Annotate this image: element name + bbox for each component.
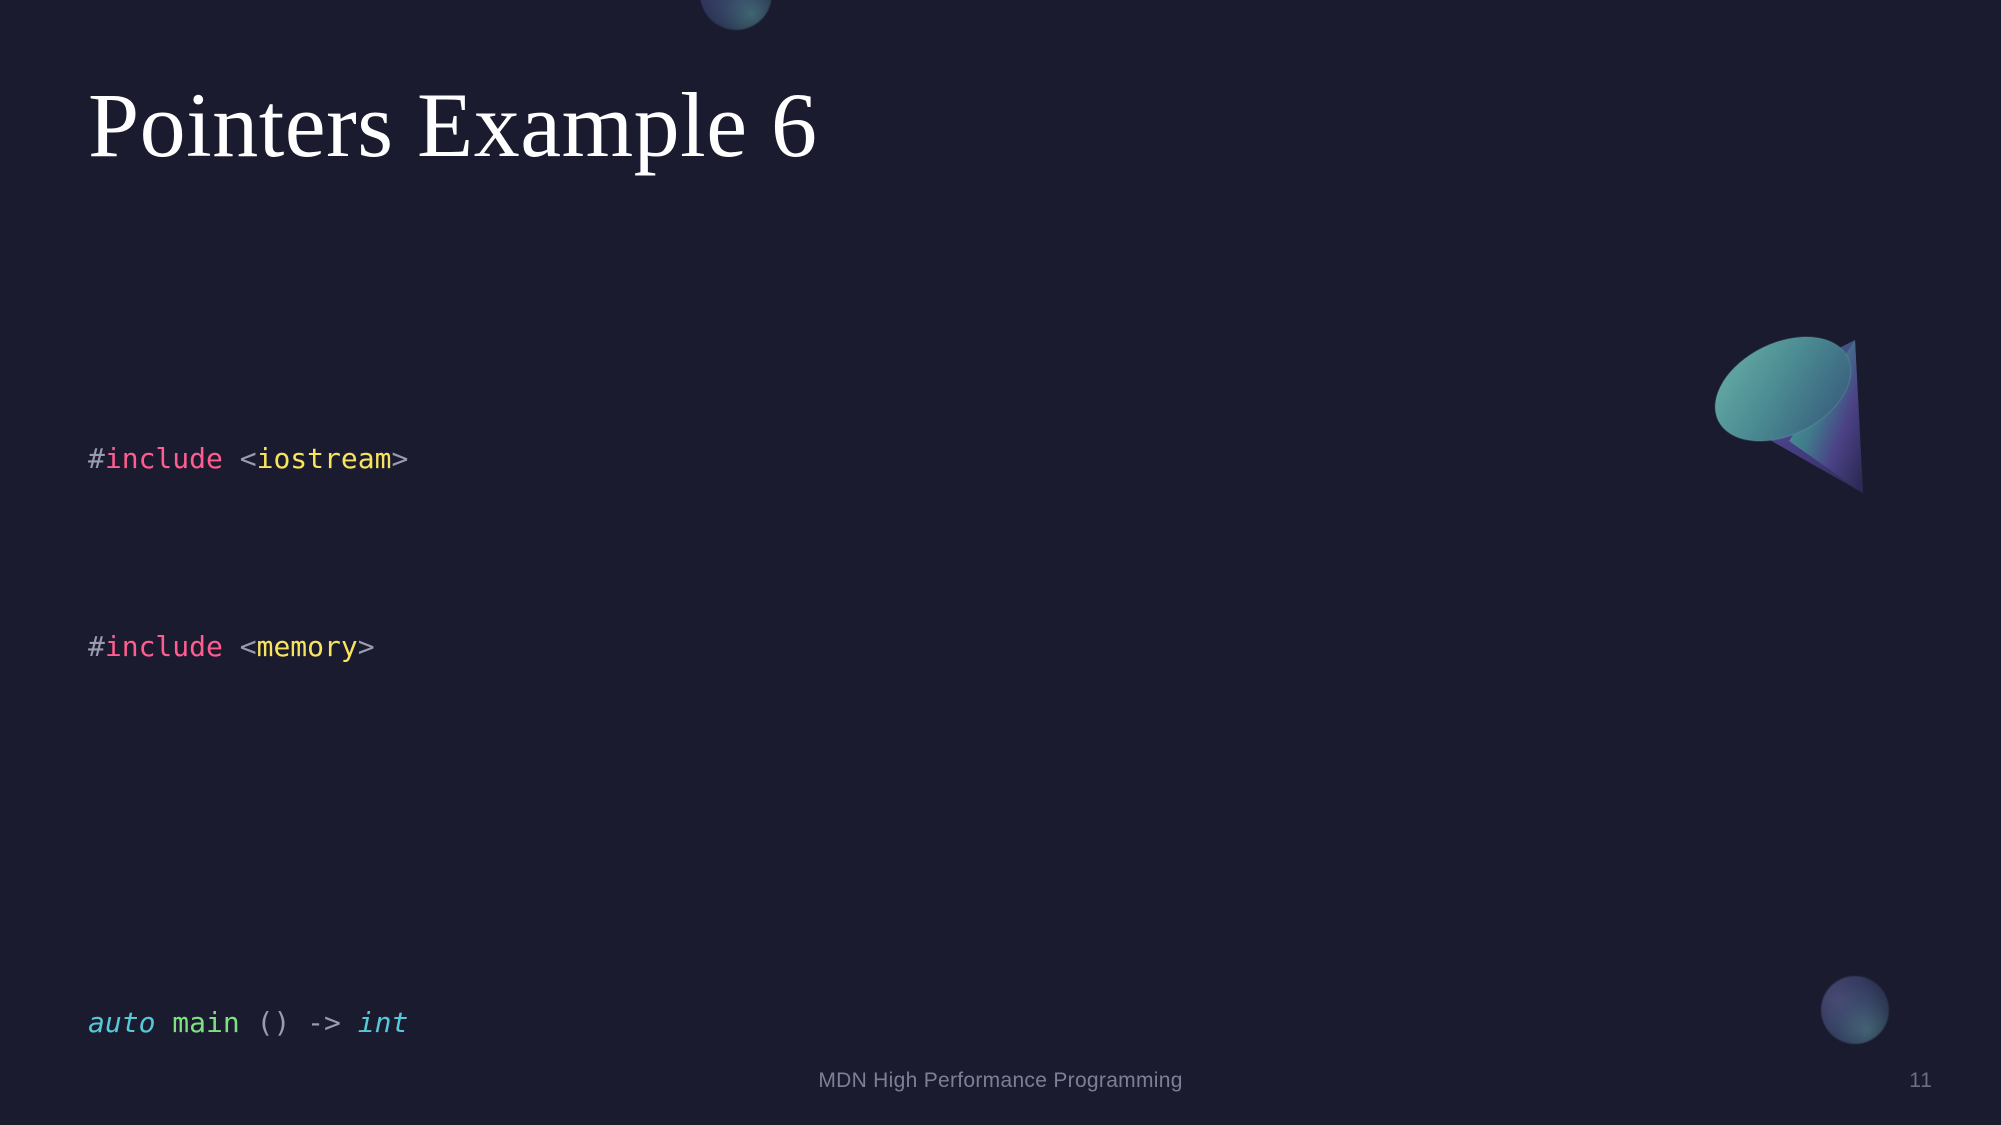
int-keyword: int	[357, 1006, 409, 1039]
header-iostream: iostream	[256, 442, 392, 475]
header-memory: memory	[256, 630, 358, 663]
arrow-token: ->	[307, 1006, 341, 1039]
cone-decoration	[1703, 313, 1903, 513]
code-line-3-blank	[88, 811, 897, 858]
angle-open: <	[239, 442, 257, 475]
parens-token: ()	[256, 1006, 291, 1039]
angle-open: <	[239, 630, 257, 663]
angle-close: >	[357, 630, 375, 663]
code-line-2: #include <memory>	[88, 623, 897, 670]
code-line-4: auto main () -> int	[88, 999, 897, 1046]
sphere-top-decoration	[700, 0, 772, 30]
sphere-bottom-decoration	[1821, 976, 1889, 1044]
code-line-1: #include <iostream>	[88, 435, 897, 482]
footer-label: MDN High Performance Programming	[818, 1069, 1183, 1092]
page-number: 11	[1909, 1069, 1933, 1092]
include-keyword: include	[104, 442, 223, 475]
hash-token: #	[88, 630, 105, 663]
code-block: #include <iostream> #include <memory> au…	[88, 294, 897, 1125]
slide-canvas: Pointers Example 6 #include <iostream> #…	[0, 0, 2001, 1125]
slide-title: Pointers Example 6	[88, 74, 818, 176]
include-keyword: include	[104, 630, 223, 663]
angle-close: >	[391, 442, 409, 475]
hash-token: #	[88, 442, 105, 475]
auto-keyword: auto	[88, 1006, 156, 1039]
main-function: main	[172, 1006, 240, 1039]
